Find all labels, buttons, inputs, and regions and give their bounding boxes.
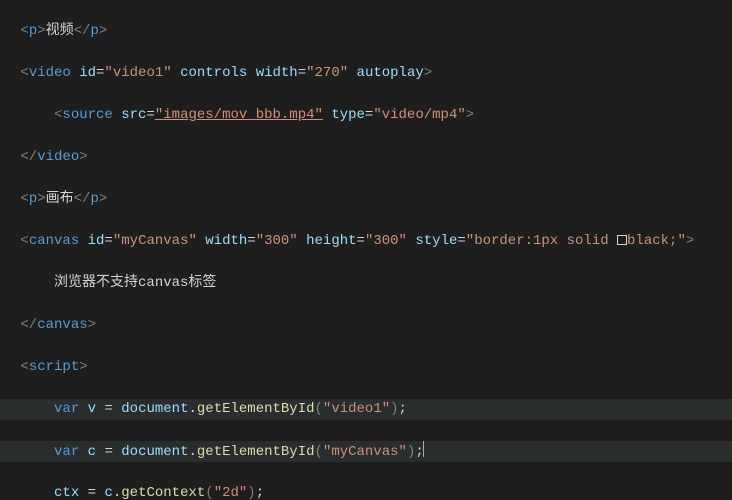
value: "video/mp4": [373, 107, 465, 123]
text: 视频: [46, 23, 74, 39]
code-line[interactable]: ctx = c.getContext("2d");: [0, 483, 732, 500]
value: "270": [306, 65, 348, 81]
value: black;": [627, 233, 686, 249]
value: "video1": [104, 65, 171, 81]
code-line[interactable]: </canvas>: [0, 315, 732, 336]
attr: style: [415, 233, 457, 249]
code-line[interactable]: <source src="images/mov_bbb.mp4" type="v…: [0, 105, 732, 126]
value: "300": [365, 233, 407, 249]
attr: width: [256, 65, 298, 81]
code-line[interactable]: <p>画布</p>: [0, 189, 732, 210]
attr: type: [331, 107, 365, 123]
attr: height: [306, 233, 356, 249]
code-editor[interactable]: <p>视频</p> <video id="video1" controls wi…: [0, 0, 732, 500]
color-swatch-icon: [617, 235, 627, 245]
text: 浏览器不支持canvas标签: [54, 275, 216, 291]
attr: autoplay: [357, 65, 424, 81]
code-line[interactable]: <video id="video1" controls width="270" …: [0, 63, 732, 84]
attr: width: [205, 233, 247, 249]
cursor: [423, 441, 424, 457]
value: "border:1px solid: [466, 233, 617, 249]
attr: id: [79, 65, 96, 81]
attr: src: [121, 107, 146, 123]
code-line[interactable]: </video>: [0, 147, 732, 168]
attr: id: [88, 233, 105, 249]
code-line[interactable]: var c = document.getElementById("myCanva…: [0, 441, 732, 462]
value: "images/mov_bbb.mp4": [155, 107, 323, 123]
code-line[interactable]: <canvas id="myCanvas" width="300" height…: [0, 231, 732, 252]
code-line[interactable]: 浏览器不支持canvas标签: [0, 273, 732, 294]
value: "300": [256, 233, 298, 249]
text: 画布: [46, 191, 74, 207]
value: "myCanvas": [113, 233, 197, 249]
code-line[interactable]: <script>: [0, 357, 732, 378]
code-line[interactable]: var v = document.getElementById("video1"…: [0, 399, 732, 420]
code-line[interactable]: <p>视频</p>: [0, 21, 732, 42]
attr: controls: [180, 65, 247, 81]
